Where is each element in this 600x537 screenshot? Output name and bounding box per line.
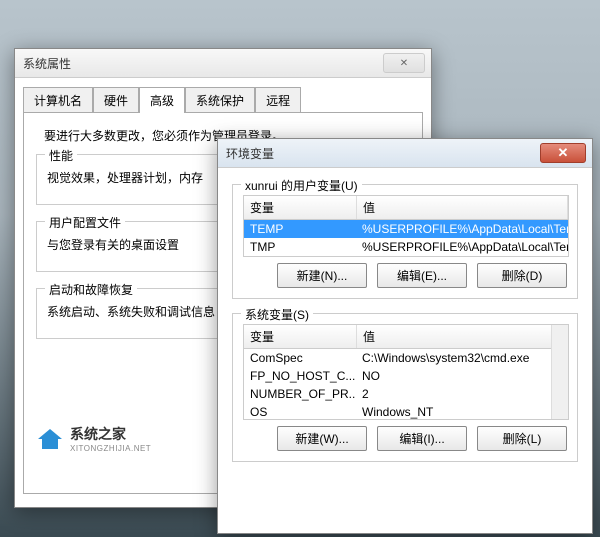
var-name: FP_NO_HOST_C... (244, 368, 356, 384)
var-name: ComSpec (244, 350, 356, 366)
startup-title: 启动和故障恢复 (45, 281, 137, 298)
var-name: TMP (244, 239, 356, 255)
edit-button[interactable]: 编辑(E)... (377, 263, 467, 288)
house-icon (36, 427, 64, 451)
col-variable[interactable]: 变量 (244, 325, 357, 348)
var-name: TEMP (244, 221, 356, 237)
watermark-logo: 系统之家 XITONGZHIJIA.NET (36, 424, 151, 453)
close-icon[interactable]: ✕ (540, 143, 586, 163)
tab-system-protection[interactable]: 系统保护 (185, 87, 255, 113)
sysprops-title: 系统属性 (21, 55, 383, 72)
userprofile-title: 用户配置文件 (45, 214, 125, 231)
env-title: 环境变量 (224, 145, 540, 162)
table-row[interactable]: FP_NO_HOST_C... NO (244, 367, 568, 385)
new-button[interactable]: 新建(W)... (277, 426, 367, 451)
table-header: 变量 值 (244, 325, 568, 349)
tab-computer-name[interactable]: 计算机名 (23, 87, 93, 113)
env-body: xunrui 的用户变量(U) 变量 值 TEMP %USERPROFILE%\… (218, 168, 592, 486)
table-header: 变量 值 (244, 196, 568, 220)
table-row[interactable]: TMP %USERPROFILE%\AppData\Local\Temp (244, 238, 568, 256)
var-value: 2 (356, 386, 568, 402)
var-value: Windows_NT (356, 404, 568, 419)
var-value: %USERPROFILE%\AppData\Local\Temp (356, 239, 568, 255)
var-name: OS (244, 404, 356, 419)
system-vars-table[interactable]: 变量 值 ComSpec C:\Windows\system32\cmd.exe… (243, 324, 569, 420)
tab-advanced[interactable]: 高级 (139, 87, 185, 113)
col-value[interactable]: 值 (357, 196, 568, 219)
col-value[interactable]: 值 (357, 325, 568, 348)
performance-title: 性能 (45, 147, 77, 164)
table-row[interactable]: TEMP %USERPROFILE%\AppData\Local\Temp (244, 220, 568, 238)
env-titlebar[interactable]: 环境变量 ✕ (218, 139, 592, 168)
watermark-subtext: XITONGZHIJIA.NET (70, 444, 151, 453)
new-button[interactable]: 新建(N)... (277, 263, 367, 288)
close-icon[interactable]: ✕ (383, 53, 425, 73)
var-value: NO (356, 368, 568, 384)
edit-button[interactable]: 编辑(I)... (377, 426, 467, 451)
table-row[interactable]: OS Windows_NT (244, 403, 568, 419)
delete-button[interactable]: 删除(D) (477, 263, 567, 288)
var-value: %USERPROFILE%\AppData\Local\Temp (356, 221, 568, 237)
user-vars-fieldset: xunrui 的用户变量(U) 变量 值 TEMP %USERPROFILE%\… (232, 184, 578, 299)
sysprops-titlebar[interactable]: 系统属性 ✕ (15, 49, 431, 78)
system-vars-label: 系统变量(S) (241, 306, 313, 323)
var-name: NUMBER_OF_PR... (244, 386, 356, 402)
tab-remote[interactable]: 远程 (255, 87, 301, 113)
var-value: C:\Windows\system32\cmd.exe (356, 350, 568, 366)
table-row[interactable]: NUMBER_OF_PR... 2 (244, 385, 568, 403)
watermark-text: 系统之家 (70, 424, 151, 444)
system-vars-fieldset: 系统变量(S) 变量 值 ComSpec C:\Windows\system32… (232, 313, 578, 462)
sysprops-tabs: 计算机名 硬件 高级 系统保护 远程 (15, 78, 431, 112)
environment-variables-window: 环境变量 ✕ xunrui 的用户变量(U) 变量 值 TEMP %USERPR… (217, 138, 593, 534)
table-row[interactable]: ComSpec C:\Windows\system32\cmd.exe (244, 349, 568, 367)
tab-hardware[interactable]: 硬件 (93, 87, 139, 113)
user-vars-label: xunrui 的用户变量(U) (241, 177, 362, 194)
scrollbar[interactable] (551, 325, 568, 419)
delete-button[interactable]: 删除(L) (477, 426, 567, 451)
user-vars-table[interactable]: 变量 值 TEMP %USERPROFILE%\AppData\Local\Te… (243, 195, 569, 257)
col-variable[interactable]: 变量 (244, 196, 357, 219)
